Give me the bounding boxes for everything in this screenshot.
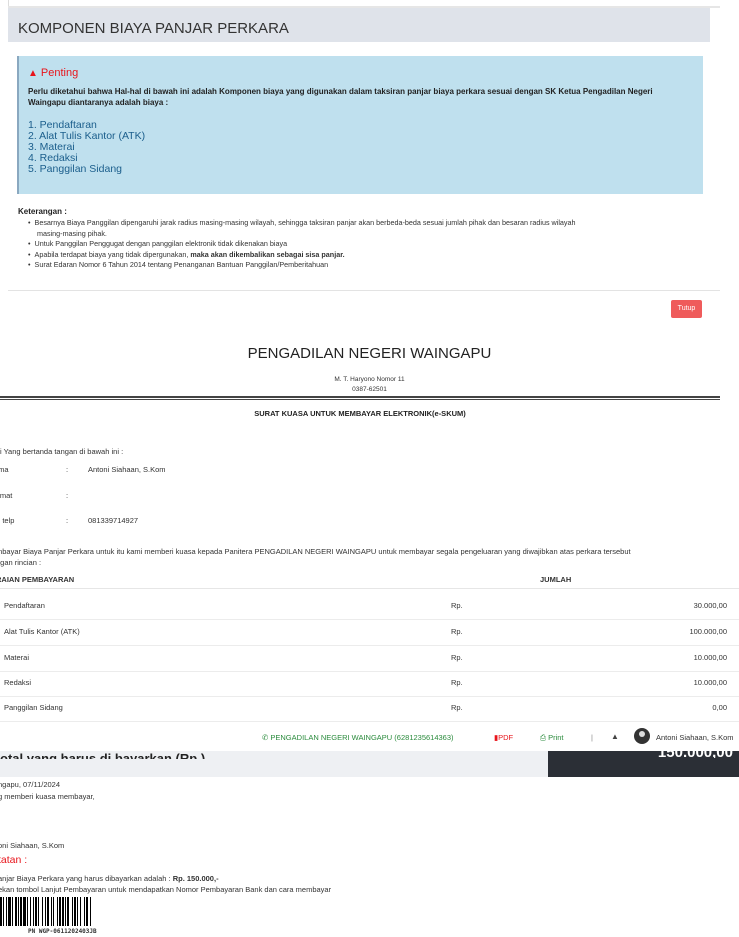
table-row: Materai Rp. 10.000,00 [0,645,739,672]
field-label: o. telp [0,516,15,525]
note-line: anjar Biaya Perkara yang harus dibayarka… [0,874,219,883]
field-colon: : [66,491,69,500]
keterangan-emphasis: maka akan dikembalikan sebagai sisa panj… [190,249,345,259]
header-rule-thin [0,399,720,400]
alert-body: Perlu diketahui bahwa Hal-hal di bawah i… [28,87,653,107]
keterangan-text: Apabila terdapat biaya yang tidak diperg… [34,249,189,259]
field-label: ama [0,465,9,474]
keterangan-item-continued: masing-masing pihak. [37,228,107,238]
place-date: ngapu, 07/11/2024 [0,780,61,789]
row-amount: 10.000,00 [693,678,727,687]
paragraph-line: mbayar Biaya Panjar Perkara untuk itu ka… [0,547,631,556]
field-value: 081339714927 [88,516,139,525]
table-row: Redaksi Rp. 10.000,00 [0,670,739,697]
row-amount: 30.000,00 [693,601,727,610]
table-row: Pendaftaran Rp. 30.000,00 [0,593,739,620]
row-name: Materai [4,653,30,662]
keterangan-list: Besarnya Biaya Panggilan dipengaruhi jar… [28,218,698,271]
total-label: otal yang harus di bayarkan (Rp.) [0,751,206,759]
close-button[interactable]: Tutup [671,300,702,318]
keterangan-item: Untuk Panggilan Penggugat dengan panggil… [28,239,698,250]
pdf-button[interactable]: ▮PDF [494,733,513,742]
avatar[interactable] [634,728,650,744]
authorizer-caption: g memberi kuasa membayar, [0,792,95,801]
component-item: 5. Panggilan Sidang [28,163,122,175]
modal-title: KOMPONEN BIAYA PANJAR PERKARA [18,20,289,37]
note-text: anjar Biaya Perkara yang harus dibayarka… [0,874,173,883]
signer-name: oni Siahaan, S.Kom [0,841,65,850]
total-amount: 150.000,00 [548,750,733,758]
whatsapp-icon: ✆ [262,733,269,742]
alert-title-text: Penting [40,67,79,79]
table-row: Alat Tulis Kantor (ATK) Rp. 100.000,00 [0,619,739,646]
print-button[interactable]: ⎙ Print [540,733,564,743]
row-amount: 10.000,00 [693,653,727,662]
row-currency: Rp. [451,601,463,610]
column-header-jumlah: JUMLAH [540,575,572,584]
keterangan-item: Surat Edaran Nomor 6 Tahun 2014 tentang … [28,260,698,271]
row-name: Panggilan Sidang [4,703,63,712]
court-name: PENGADILAN NEGERI WAINGAPU [247,345,492,362]
whatsapp-label: PENGADILAN NEGERI WAINGAPU (628123561436… [270,733,454,742]
table-row: Panggilan Sidang Rp. 0,00 [0,695,739,722]
notes-heading: tatan : [0,854,28,866]
header-rule [0,396,720,398]
field-colon: : [66,465,69,474]
authorization-paragraph: mbayar Biaya Panjar Perkara untuk itu ka… [0,546,721,568]
phone-line: 0387-62501 [352,386,387,393]
field-colon: : [66,516,69,525]
printer-icon: ⎙ [540,733,546,742]
component-list: 1. Pendaftaran 2. Alat Tulis Kantor (ATK… [28,120,145,175]
warning-icon: ▲ [28,68,38,79]
row-currency: Rp. [451,653,463,662]
row-currency: Rp. [451,627,463,636]
row-amount: 0,00 [712,703,727,712]
barcode-image [0,897,91,926]
row-name: Alat Tulis Kantor (ATK) [4,627,80,636]
document-title: SURAT KUASA UNTUK MEMBAYAR ELEKTRONIK(e-… [254,409,466,418]
field-value: Antoni Siahaan, S.Kom [88,465,166,474]
keterangan-item: Besarnya Biaya Panggilan dipengaruhi jar… [28,218,698,229]
row-amount: 100.000,00 [689,627,727,636]
user-name[interactable]: Antoni Siahaan, S.Kom [656,733,734,742]
field-label: lamat [0,491,13,500]
note-amount: Rp. 150.000,- [172,874,219,883]
modal-footer-divider [8,290,720,291]
intro-text: i Yang bertanda tangan di bawah ini : [0,447,124,456]
note-line: ekan tombol Lanjut Pembayaran untuk mend… [0,885,332,894]
address-line: M. T. Haryono Nomor 11 [334,376,405,383]
column-header-uraian: RAIAN PEMBAYARAN [0,575,75,584]
row-name: Pendaftaran [4,601,45,610]
print-label: Print [548,733,564,742]
row-currency: Rp. [451,678,463,687]
row-name: Redaksi [4,678,32,687]
court-address: M. T. Haryono Nomor 11 0387-62501 [0,375,739,395]
keterangan-item: Apabila terdapat biaya yang tidak diperg… [28,250,698,261]
paragraph-line: ngan rincian : [0,558,42,567]
row-currency: Rp. [451,703,463,712]
alert-heading: ▲ Penting [28,67,78,79]
toolbar-separator: | [591,733,593,742]
bell-icon[interactable]: ▲ [611,732,619,741]
whatsapp-link[interactable]: ✆ PENGADILAN NEGERI WAINGAPU (6281235614… [262,733,454,742]
table-header-rule [0,588,739,589]
avatar-face [639,731,645,737]
keterangan-title: Keterangan : [18,207,67,216]
pdf-label: PDF [498,733,514,742]
barcode-text: PN WGP-0611202403JB [28,928,97,935]
